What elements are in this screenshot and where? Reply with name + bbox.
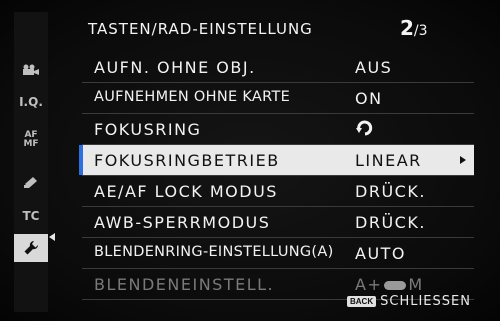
flash-icon[interactable] (14, 168, 48, 196)
menu-sidebar: I.Q. AF MF TC (14, 12, 48, 312)
wrench-icon[interactable] (14, 234, 48, 262)
menu-row-value: LINEAR (355, 151, 422, 170)
sidebar-label-iq: I.Q. (19, 95, 43, 109)
menu-row-value: DRÜCK. (355, 182, 426, 201)
menu-row-aufn-ohne-obj[interactable]: AUFN. OHNE OBJ. AUS (82, 52, 474, 83)
flash-glyph (24, 177, 37, 188)
menu-row-blendenring-einstellung[interactable]: BLENDENRING-EINSTELLUNG(A) AUTO (82, 238, 474, 269)
rotation-glyph (356, 120, 373, 136)
movie-camera-glyph (23, 64, 39, 75)
af-mf-icon[interactable]: AF MF (14, 126, 48, 154)
submenu-arrow-icon (460, 156, 466, 164)
menu-row-label: FOKUSRING (94, 120, 202, 139)
clockwise-rotation-icon (355, 118, 375, 142)
menu-row-ae-af-lock-modus[interactable]: AE/AF LOCK MODUS DRÜCK. (82, 176, 474, 207)
tc-icon[interactable]: TC (14, 202, 48, 230)
menu-row-value: A+ M (355, 275, 424, 294)
menu-row-label: BLENDENRING-EINSTELLUNG(A) (94, 244, 334, 260)
value-prefix: A+ (355, 275, 383, 294)
page-total: 3 (418, 23, 428, 39)
sidebar-label-afmf: AF MF (23, 130, 39, 149)
menu-row-label: AUFNEHMEN OHNE KARTE (94, 89, 291, 105)
back-button-icon: BACK (347, 296, 377, 307)
menu-title: TASTEN/RAD-EINSTELLUNG (88, 20, 313, 38)
value-suffix: M (408, 275, 424, 294)
movie-camera-icon[interactable] (14, 56, 48, 84)
footer-hint[interactable]: BACK SCHLIESSEN (347, 294, 471, 309)
page-current: 2 (400, 16, 414, 40)
menu-row-fokusringbetrieb[interactable]: FOKUSRINGBETRIEB LINEAR (79, 145, 474, 176)
page-indicator: 2/3 (400, 16, 428, 40)
menu-row-awb-sperrmodus[interactable]: AWB-SPERRMODUS DRÜCK. (82, 207, 474, 238)
menu-row-value: ON (355, 89, 383, 108)
close-label: SCHLIESSEN (380, 294, 471, 309)
menu-row-label: BLENDENEINSTELL. (94, 275, 275, 294)
aperture-ring-icon (384, 281, 407, 290)
menu-row-value: AUS (355, 58, 393, 77)
selection-marker (79, 145, 83, 175)
menu-row-value: AUTO (355, 244, 407, 263)
image-quality-icon[interactable]: I.Q. (14, 88, 48, 116)
menu-row-label: AWB-SPERRMODUS (94, 213, 271, 232)
menu-row-value: DRÜCK. (355, 213, 426, 232)
wrench-glyph (24, 240, 39, 255)
menu-row-fokusring[interactable]: FOKUSRING (82, 114, 474, 145)
settings-menu: AUFN. OHNE OBJ. AUS AUFNEHMEN OHNE KARTE… (79, 52, 474, 300)
menu-row-label: AUFN. OHNE OBJ. (94, 58, 256, 77)
sidebar-active-arrow-icon (49, 233, 55, 241)
sidebar-label-tc: TC (22, 209, 40, 223)
menu-row-label: AE/AF LOCK MODUS (94, 182, 278, 201)
menu-row-label: FOKUSRINGBETRIEB (94, 151, 280, 170)
menu-row-aufnehmen-ohne-karte[interactable]: AUFNEHMEN OHNE KARTE ON (82, 83, 474, 114)
